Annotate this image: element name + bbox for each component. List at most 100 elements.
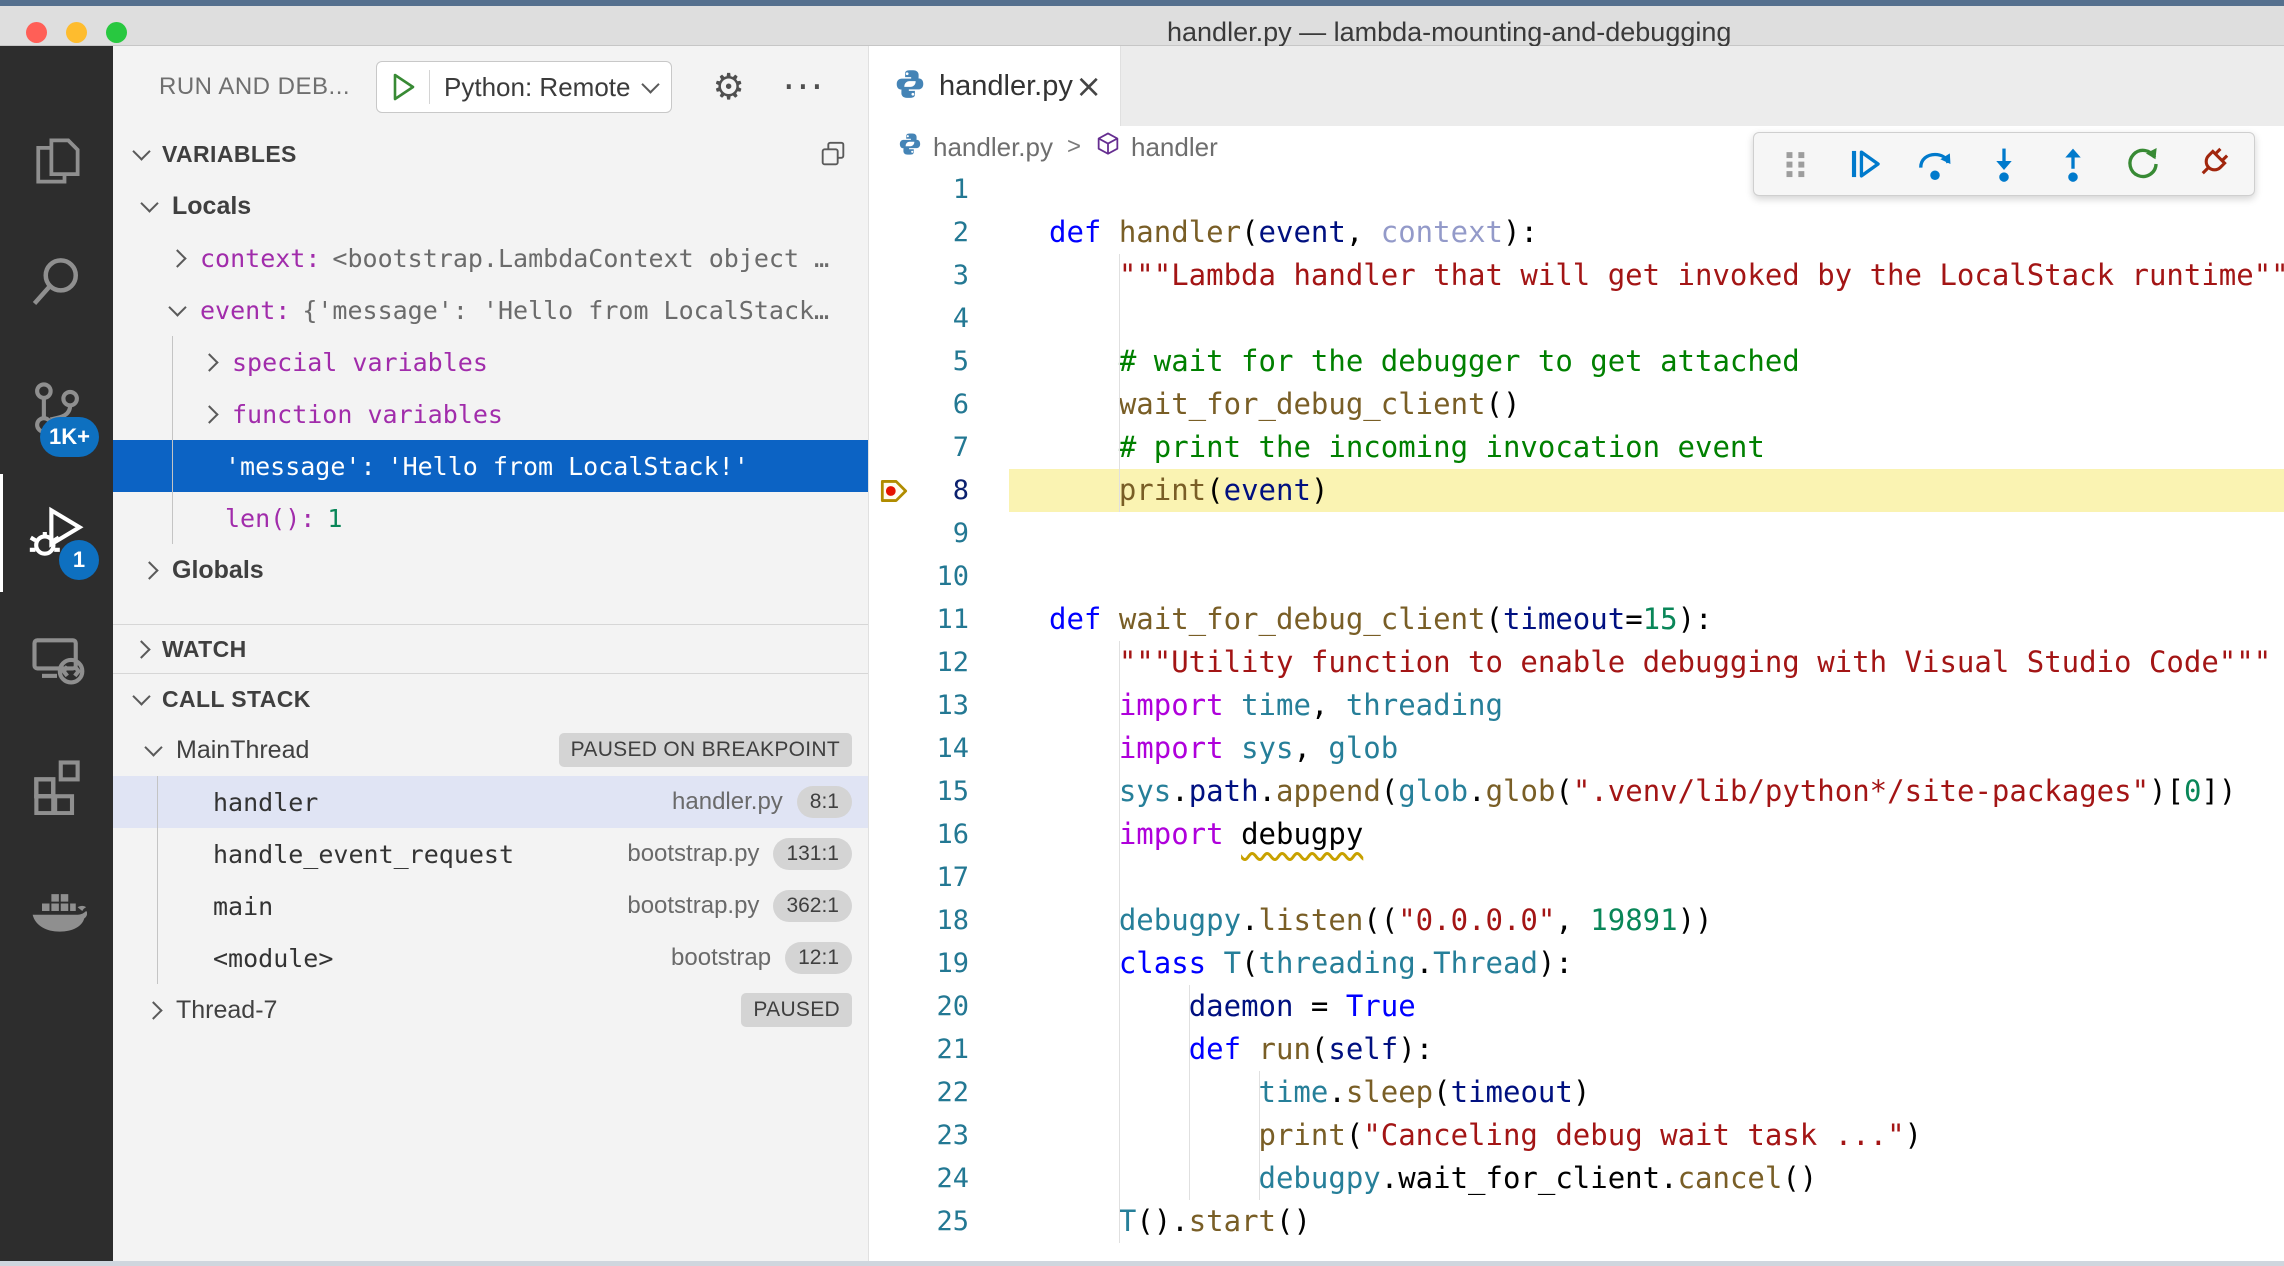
- gutter[interactable]: 9: [869, 512, 1009, 555]
- line-content[interactable]: sys.path.append(glob.glob(".venv/lib/pyt…: [1009, 770, 2284, 813]
- gutter[interactable]: 24: [869, 1157, 1009, 1200]
- variable-row[interactable]: context:<bootstrap.LambdaContext object …: [113, 232, 868, 284]
- restart-button[interactable]: [2121, 142, 2165, 186]
- panels-icon[interactable]: [818, 139, 848, 169]
- breadcrumb-file[interactable]: handler.py: [933, 132, 1053, 163]
- line-content[interactable]: import time, threading: [1009, 684, 2284, 727]
- line-content[interactable]: print("Canceling debug wait task ..."): [1009, 1114, 2284, 1157]
- line-content[interactable]: """Lambda handler that will get invoked …: [1009, 254, 2284, 297]
- line-content[interactable]: [1009, 555, 2284, 598]
- line-content[interactable]: T().start(): [1009, 1200, 2284, 1243]
- code-line-23[interactable]: 23 print("Canceling debug wait task ..."…: [869, 1114, 2284, 1157]
- line-content[interactable]: [1009, 856, 2284, 899]
- variable-row[interactable]: event:{'message': 'Hello from LocalStack…: [113, 284, 868, 336]
- activity-item-search[interactable]: [0, 224, 113, 342]
- code-line-2[interactable]: 2def handler(event, context):: [869, 211, 2284, 254]
- thread-row-mainthread[interactable]: MainThreadPAUSED ON BREAKPOINT: [113, 724, 868, 776]
- variables-section-header[interactable]: VARIABLES: [113, 128, 868, 180]
- gutter[interactable]: 20: [869, 985, 1009, 1028]
- line-content[interactable]: """Utility function to enable debugging …: [1009, 641, 2284, 684]
- activity-item-source-control[interactable]: 1K+: [0, 351, 113, 469]
- line-content[interactable]: # print the incoming invocation event: [1009, 426, 2284, 469]
- gutter[interactable]: 6: [869, 383, 1009, 426]
- line-content[interactable]: print(event): [1009, 469, 2284, 512]
- code-line-3[interactable]: 3 """Lambda handler that will get invoke…: [869, 254, 2284, 297]
- line-content[interactable]: # wait for the debugger to get attached: [1009, 340, 2284, 383]
- line-content[interactable]: daemon = True: [1009, 985, 2284, 1028]
- gutter[interactable]: 2: [869, 211, 1009, 254]
- line-content[interactable]: import debugpy: [1009, 813, 2284, 856]
- code-line-5[interactable]: 5 # wait for the debugger to get attache…: [869, 340, 2284, 383]
- activity-item-remote-explorer[interactable]: [0, 602, 113, 720]
- variables-scope-locals[interactable]: Locals: [113, 180, 868, 232]
- code-line-7[interactable]: 7 # print the incoming invocation event: [869, 426, 2284, 469]
- gutter[interactable]: 7: [869, 426, 1009, 469]
- line-content[interactable]: import sys, glob: [1009, 727, 2284, 770]
- stackframe-row[interactable]: handlerhandler.py8:1: [113, 776, 868, 828]
- line-content[interactable]: debugpy.wait_for_client.cancel(): [1009, 1157, 2284, 1200]
- variables-category[interactable]: special variables: [113, 336, 868, 388]
- code-line-25[interactable]: 25 T().start(): [869, 1200, 2284, 1243]
- gutter[interactable]: 13: [869, 684, 1009, 727]
- code-line-4[interactable]: 4: [869, 297, 2284, 340]
- thread-row-thread-7[interactable]: Thread-7PAUSED: [113, 984, 868, 1036]
- line-content[interactable]: def run(self):: [1009, 1028, 2284, 1071]
- gutter[interactable]: 22: [869, 1071, 1009, 1114]
- watch-section-header[interactable]: WATCH: [113, 625, 868, 673]
- code-line-13[interactable]: 13 import time, threading: [869, 684, 2284, 727]
- code-line-12[interactable]: 12 """Utility function to enable debuggi…: [869, 641, 2284, 684]
- gutter[interactable]: 1: [869, 168, 1009, 211]
- line-content[interactable]: def handler(event, context):: [1009, 211, 2284, 254]
- gutter[interactable]: 21: [869, 1028, 1009, 1071]
- variables-scope-globals[interactable]: Globals: [113, 544, 868, 596]
- code-line-11[interactable]: 11def wait_for_debug_client(timeout=15):: [869, 598, 2284, 641]
- code-line-15[interactable]: 15 sys.path.append(glob.glob(".venv/lib/…: [869, 770, 2284, 813]
- step-into-button[interactable]: [1982, 142, 2026, 186]
- code-line-18[interactable]: 18 debugpy.listen(("0.0.0.0", 19891)): [869, 899, 2284, 942]
- close-icon[interactable]: ×: [1075, 67, 1102, 105]
- stackframe-row[interactable]: handle_event_requestbootstrap.py131:1: [113, 828, 868, 880]
- code-line-14[interactable]: 14 import sys, glob: [869, 727, 2284, 770]
- gear-icon[interactable]: ⚙: [712, 67, 744, 108]
- stackframe-row[interactable]: <module>bootstrap12:1: [113, 932, 868, 984]
- line-content[interactable]: class T(threading.Thread):: [1009, 942, 2284, 985]
- gutter[interactable]: 18: [869, 899, 1009, 942]
- gutter[interactable]: 10: [869, 555, 1009, 598]
- gutter[interactable]: 12: [869, 641, 1009, 684]
- line-content[interactable]: [1009, 297, 2284, 340]
- gutter[interactable]: 4: [869, 297, 1009, 340]
- gutter[interactable]: 8: [869, 469, 1009, 512]
- activity-item-run-and-debug[interactable]: 1: [0, 474, 113, 592]
- minimize-traffic-light[interactable]: [66, 22, 87, 43]
- gutter[interactable]: 14: [869, 727, 1009, 770]
- code-line-24[interactable]: 24 debugpy.wait_for_client.cancel(): [869, 1157, 2284, 1200]
- line-content[interactable]: def wait_for_debug_client(timeout=15):: [1009, 598, 2284, 641]
- code-line-22[interactable]: 22 time.sleep(timeout): [869, 1071, 2284, 1114]
- activity-item-extensions[interactable]: [0, 728, 113, 846]
- disconnect-button[interactable]: [2190, 142, 2234, 186]
- gutter[interactable]: 19: [869, 942, 1009, 985]
- callstack-section-header[interactable]: CALL STACK: [113, 674, 868, 724]
- start-debug-icon[interactable]: [387, 71, 419, 103]
- tab-handler-py[interactable]: handler.py ×: [869, 46, 1121, 126]
- activity-item-docker[interactable]: [0, 854, 113, 972]
- step-over-button[interactable]: [1913, 142, 1957, 186]
- gutter[interactable]: 23: [869, 1114, 1009, 1157]
- close-traffic-light[interactable]: [26, 22, 47, 43]
- gutter[interactable]: 16: [869, 813, 1009, 856]
- code-line-9[interactable]: 9: [869, 512, 2284, 555]
- line-content[interactable]: [1009, 512, 2284, 555]
- gutter[interactable]: 5: [869, 340, 1009, 383]
- line-content[interactable]: wait_for_debug_client(): [1009, 383, 2284, 426]
- breadcrumb-symbol[interactable]: handler: [1131, 132, 1218, 163]
- code-line-6[interactable]: 6 wait_for_debug_client(): [869, 383, 2284, 426]
- step-out-button[interactable]: [2051, 142, 2095, 186]
- variables-category[interactable]: function variables: [113, 388, 868, 440]
- code-area[interactable]: 12def handler(event, context):3 """Lambd…: [869, 168, 2284, 1261]
- launch-config-dropdown[interactable]: Python: Remote: [376, 61, 672, 113]
- line-content[interactable]: time.sleep(timeout): [1009, 1071, 2284, 1114]
- code-line-19[interactable]: 19 class T(threading.Thread):: [869, 942, 2284, 985]
- code-line-20[interactable]: 20 daemon = True: [869, 985, 2284, 1028]
- line-content[interactable]: debugpy.listen(("0.0.0.0", 19891)): [1009, 899, 2284, 942]
- code-line-17[interactable]: 17: [869, 856, 2284, 899]
